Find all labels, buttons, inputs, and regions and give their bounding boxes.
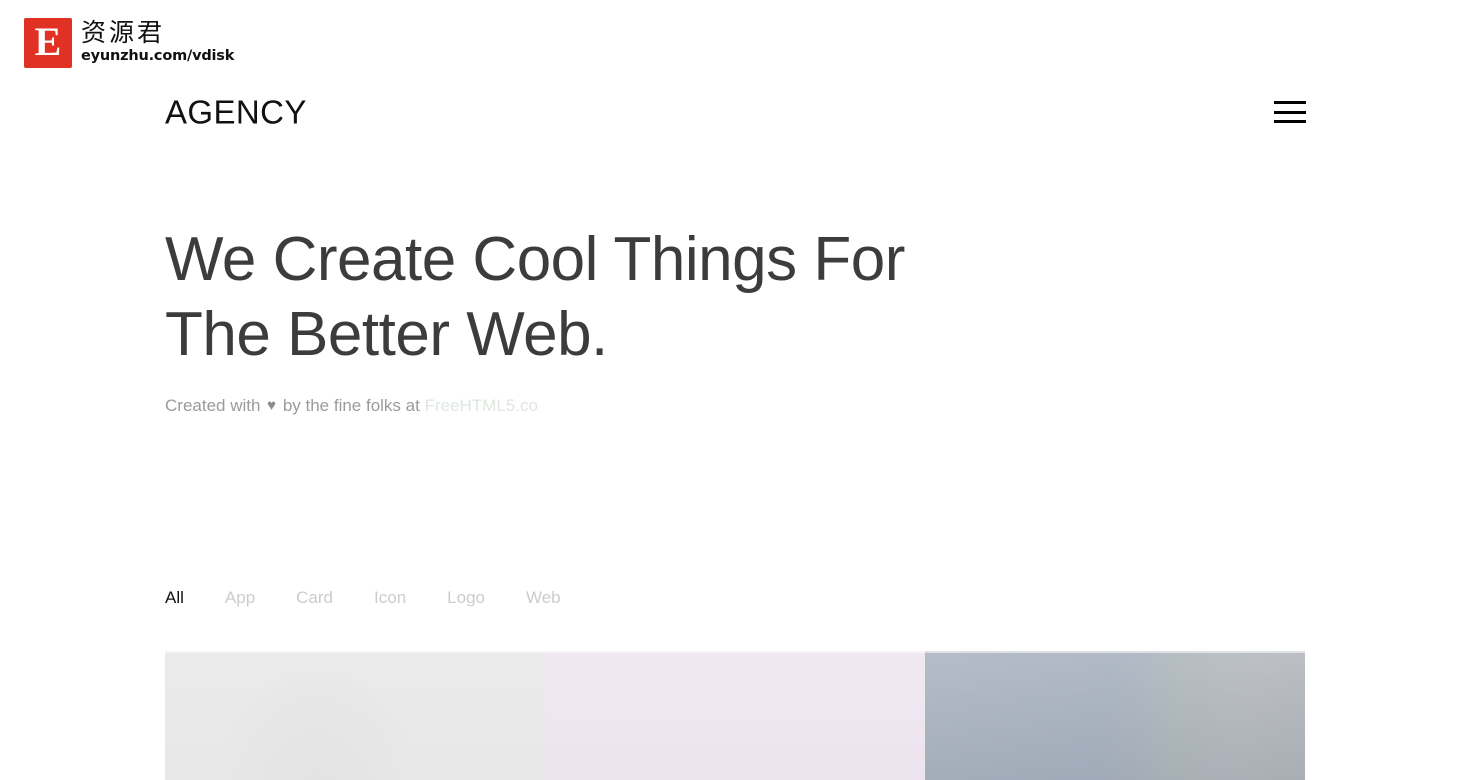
filter-card[interactable]: Card (296, 586, 333, 610)
gallery-tile-3-seam (925, 651, 1305, 653)
hero-subtitle: Created with ♥ by the fine folks at Free… (165, 394, 1065, 418)
hamburger-bar-2 (1274, 110, 1306, 114)
logo-cjk-text: 资源君 (81, 18, 166, 47)
hero-subtitle-prefix: Created with (165, 396, 261, 415)
hero-section: We Create Cool Things For The Better Web… (165, 222, 1065, 418)
logo-mark-icon: E (24, 18, 72, 68)
portfolio-gallery (165, 651, 1305, 780)
hamburger-bar-1 (1274, 101, 1306, 104)
filter-icon[interactable]: Icon (374, 586, 406, 610)
logo-mark-letter: E (34, 19, 62, 64)
page-title: We Create Cool Things For The Better Web… (165, 225, 905, 369)
logo-text-block: 资源君 eyunzhu.com/vdisk (81, 18, 234, 65)
hamburger-menu-icon[interactable] (1274, 101, 1306, 123)
gallery-tile-3[interactable] (925, 651, 1305, 780)
heart-icon: ♥ (267, 397, 277, 414)
freehtml5-link[interactable]: FreeHTML5.co (425, 396, 538, 415)
filter-all[interactable]: All (165, 586, 184, 610)
gallery-tile-1[interactable] (165, 651, 545, 780)
top-navigation-bar: AGENCY (0, 80, 1470, 144)
portfolio-filter-list: All App Card Icon Logo Web (165, 586, 561, 610)
hamburger-bar-3 (1274, 120, 1306, 123)
filter-web[interactable]: Web (526, 586, 561, 610)
hero-subtitle-middle: by the fine folks at (282, 396, 420, 415)
site-watermark-logo: E 资源君 eyunzhu.com/vdisk (24, 18, 234, 68)
filter-logo[interactable]: Logo (447, 586, 485, 610)
gallery-tile-2-seam (545, 651, 925, 653)
gallery-tile-1-seam (165, 651, 545, 653)
gallery-tile-2[interactable] (545, 651, 925, 780)
filter-app[interactable]: App (225, 586, 255, 610)
logo-url-text: eyunzhu.com/vdisk (81, 48, 235, 64)
brand-logo-link[interactable]: AGENCY (165, 96, 307, 129)
